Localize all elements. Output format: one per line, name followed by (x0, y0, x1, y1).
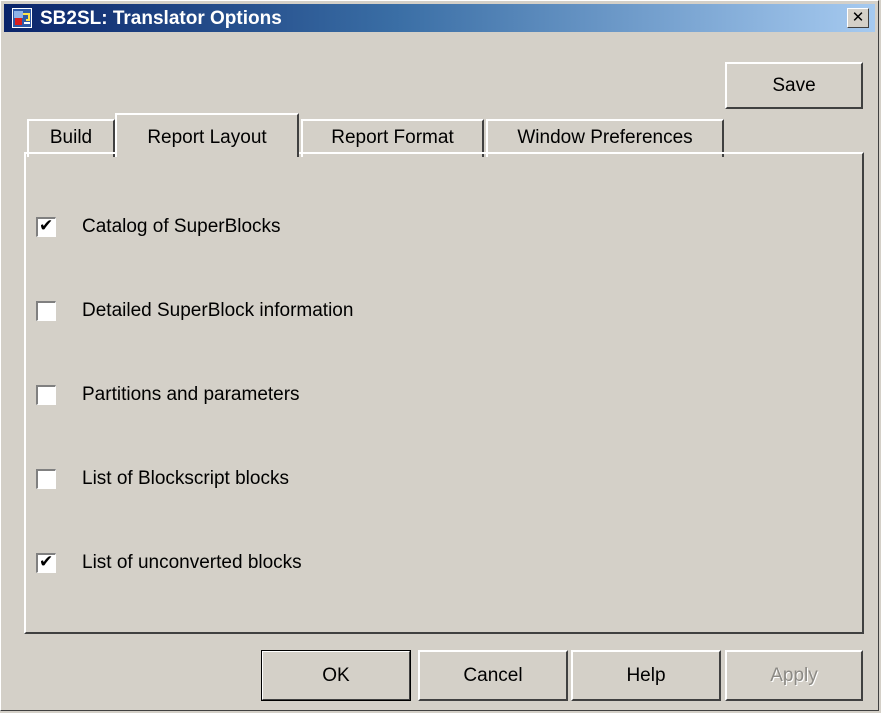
help-button[interactable]: Help (571, 650, 721, 701)
save-button[interactable]: Save (725, 62, 863, 109)
tab-report-layout[interactable]: Report Layout (115, 113, 299, 157)
tab-panel-report-layout (24, 152, 864, 634)
ok-button[interactable]: OK (261, 650, 411, 701)
cancel-button[interactable]: Cancel (418, 650, 568, 701)
window-title: SB2SL: Translator Options (40, 8, 282, 29)
dialog-window: SB2SL: Translator Options ✕ Save Build R… (0, 0, 879, 711)
apply-button[interactable]: Apply (725, 650, 863, 701)
title-bar[interactable]: SB2SL: Translator Options ✕ (4, 4, 875, 32)
app-icon (12, 8, 32, 28)
close-icon[interactable]: ✕ (847, 8, 869, 28)
